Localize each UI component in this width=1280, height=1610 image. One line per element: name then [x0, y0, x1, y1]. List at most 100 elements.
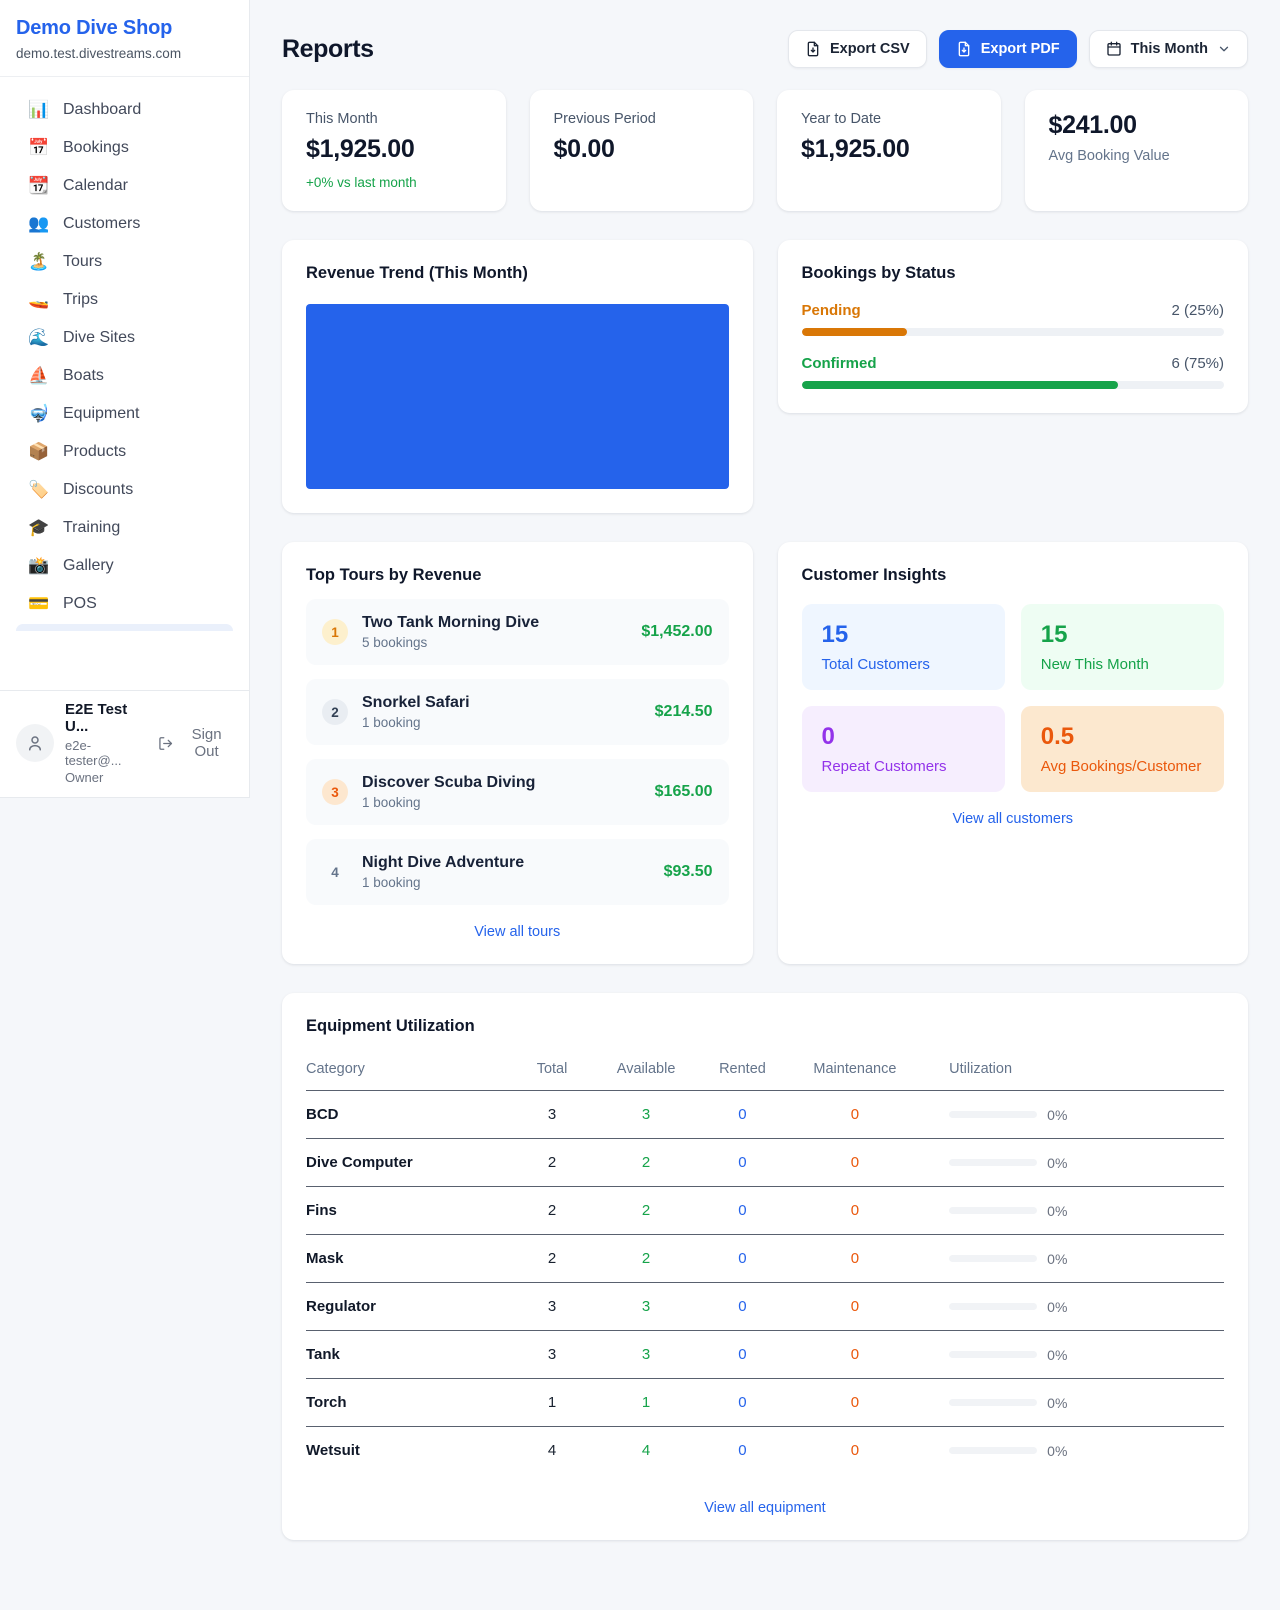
tour-bookings: 5 bookings: [362, 635, 539, 650]
utilization-percent: 0%: [1047, 1203, 1067, 1219]
stat-card-this-month: This Month $1,925.00 +0% vs last month: [282, 90, 506, 211]
equipment-utilization-card: Equipment Utilization Category Total Ava…: [282, 993, 1248, 1540]
tour-name: Two Tank Morning Dive: [362, 614, 539, 632]
sidebar-item-equipment[interactable]: 🤿 Equipment: [8, 395, 241, 433]
utilization-cell: 0%: [919, 1347, 1224, 1363]
sidebar-item-training[interactable]: 🎓 Training: [8, 509, 241, 547]
tour-row: 1 Two Tank Morning Dive 5 bookings $1,45…: [306, 599, 729, 665]
utilization-bar: [949, 1255, 1037, 1262]
utilization-percent: 0%: [1047, 1443, 1067, 1459]
utilization-bar: [949, 1351, 1037, 1358]
sidebar-brand: Demo Dive Shop demo.test.divestreams.com: [0, 0, 249, 77]
equipment-table: Category Total Available Rented Maintena…: [306, 1051, 1224, 1474]
tour-bookings: 1 booking: [362, 875, 524, 890]
sidebar-item-bookings[interactable]: 📅 Bookings: [8, 129, 241, 167]
cell-available: 4: [598, 1427, 694, 1475]
utilization-bar: [949, 1207, 1037, 1214]
sidebar-item-active-partial[interactable]: [16, 624, 233, 631]
bookings-icon: 📅: [28, 140, 48, 157]
status-bar-track: [802, 328, 1225, 336]
stat-card-avg-booking-value: $241.00 Avg Booking Value: [1025, 90, 1249, 211]
export-csv-button[interactable]: Export CSV: [788, 30, 927, 68]
utilization-cell: 0%: [919, 1299, 1224, 1315]
tour-bookings: 1 booking: [362, 715, 470, 730]
utilization-bar: [949, 1159, 1037, 1166]
stat-card-year-to-date: Year to Date $1,925.00: [777, 90, 1001, 211]
cell-total: 4: [506, 1427, 598, 1475]
export-pdf-button[interactable]: Export PDF: [939, 30, 1077, 68]
sidebar-item-customers[interactable]: 👥 Customers: [8, 205, 241, 243]
utilization-bar: [949, 1447, 1037, 1454]
cell-maintenance: 0: [791, 1139, 920, 1187]
tile-value: 15: [822, 621, 985, 649]
top-tours-card: Top Tours by Revenue 1 Two Tank Morning …: [282, 542, 753, 964]
cell-category: Tank: [306, 1331, 506, 1379]
sidebar-item-dive-sites[interactable]: 🌊 Dive Sites: [8, 319, 241, 357]
status-bar-track: [802, 381, 1225, 389]
tour-row: 2 Snorkel Safari 1 booking $214.50: [306, 679, 729, 745]
cell-available: 2: [598, 1139, 694, 1187]
period-selector[interactable]: This Month: [1089, 30, 1248, 68]
status-row-pending: Pending 2 (25%): [802, 302, 1225, 336]
pos-icon: 💳: [28, 596, 48, 613]
cell-total: 2: [506, 1139, 598, 1187]
view-all-customers-link[interactable]: View all customers: [802, 811, 1225, 827]
cell-maintenance: 0: [791, 1187, 920, 1235]
utilization-percent: 0%: [1047, 1107, 1067, 1123]
column-header-rented: Rented: [694, 1051, 790, 1091]
sidebar-item-label: Bookings: [63, 139, 129, 157]
cell-maintenance: 0: [791, 1091, 920, 1139]
cell-total: 3: [506, 1283, 598, 1331]
cell-maintenance: 0: [791, 1379, 920, 1427]
equipment-utilization-title: Equipment Utilization: [306, 1017, 1224, 1036]
person-icon: [26, 734, 44, 752]
training-icon: 🎓: [28, 520, 48, 537]
tour-name: Discover Scuba Diving: [362, 774, 535, 792]
sidebar-item-products[interactable]: 📦 Products: [8, 433, 241, 471]
sidebar-item-trips[interactable]: 🚤 Trips: [8, 281, 241, 319]
export-pdf-label: Export PDF: [981, 41, 1060, 57]
tile-new-this-month: 15 New This Month: [1021, 604, 1224, 690]
revenue-trend-title: Revenue Trend (This Month): [306, 264, 729, 283]
view-all-tours-link[interactable]: View all tours: [306, 924, 729, 940]
utilization-percent: 0%: [1047, 1395, 1067, 1411]
gallery-icon: 📸: [28, 558, 48, 575]
cell-total: 1: [506, 1379, 598, 1427]
bookings-by-status-card: Bookings by Status Pending 2 (25%) Confi…: [778, 240, 1249, 413]
sidebar-item-gallery[interactable]: 📸 Gallery: [8, 547, 241, 585]
sign-out-button[interactable]: Sign Out: [158, 726, 233, 760]
rank-badge: 4: [322, 859, 348, 885]
cell-rented: 0: [694, 1187, 790, 1235]
sidebar-item-pos[interactable]: 💳 POS: [8, 585, 241, 623]
sidebar-item-label: Trips: [63, 291, 98, 309]
utilization-bar: [949, 1399, 1037, 1406]
utilization-percent: 0%: [1047, 1155, 1067, 1171]
sidebar-item-calendar[interactable]: 📆 Calendar: [8, 167, 241, 205]
tour-revenue: $1,452.00: [641, 623, 712, 641]
page-title: Reports: [282, 35, 374, 64]
tile-value: 15: [1041, 621, 1204, 649]
tile-value: 0: [822, 723, 985, 751]
cell-category: BCD: [306, 1091, 506, 1139]
tile-label: Avg Bookings/Customer: [1041, 758, 1204, 775]
status-bar-fill: [802, 328, 908, 336]
sidebar-item-discounts[interactable]: 🏷️ Discounts: [8, 471, 241, 509]
status-value: 2 (25%): [1171, 302, 1224, 319]
sidebar-item-dashboard[interactable]: 📊 Dashboard: [8, 91, 241, 129]
stat-label: Avg Booking Value: [1049, 148, 1225, 164]
sidebar-item-tours[interactable]: 🏝️ Tours: [8, 243, 241, 281]
stat-label: Year to Date: [801, 111, 977, 127]
rank-badge: 1: [322, 619, 348, 645]
status-value: 6 (75%): [1171, 355, 1224, 372]
utilization-cell: 0%: [919, 1203, 1224, 1219]
utilization-cell: 0%: [919, 1155, 1224, 1171]
status-row-confirmed: Confirmed 6 (75%): [802, 355, 1225, 389]
view-all-equipment-link[interactable]: View all equipment: [306, 1500, 1224, 1516]
cell-rented: 0: [694, 1235, 790, 1283]
cell-total: 2: [506, 1235, 598, 1283]
table-row: Mask 2 2 0 0 0%: [306, 1235, 1224, 1283]
sidebar-item-boats[interactable]: ⛵ Boats: [8, 357, 241, 395]
insight-tiles: 15 Total Customers 15 New This Month 0 R…: [802, 604, 1225, 792]
cell-maintenance: 0: [791, 1283, 920, 1331]
utilization-cell: 0%: [919, 1395, 1224, 1411]
